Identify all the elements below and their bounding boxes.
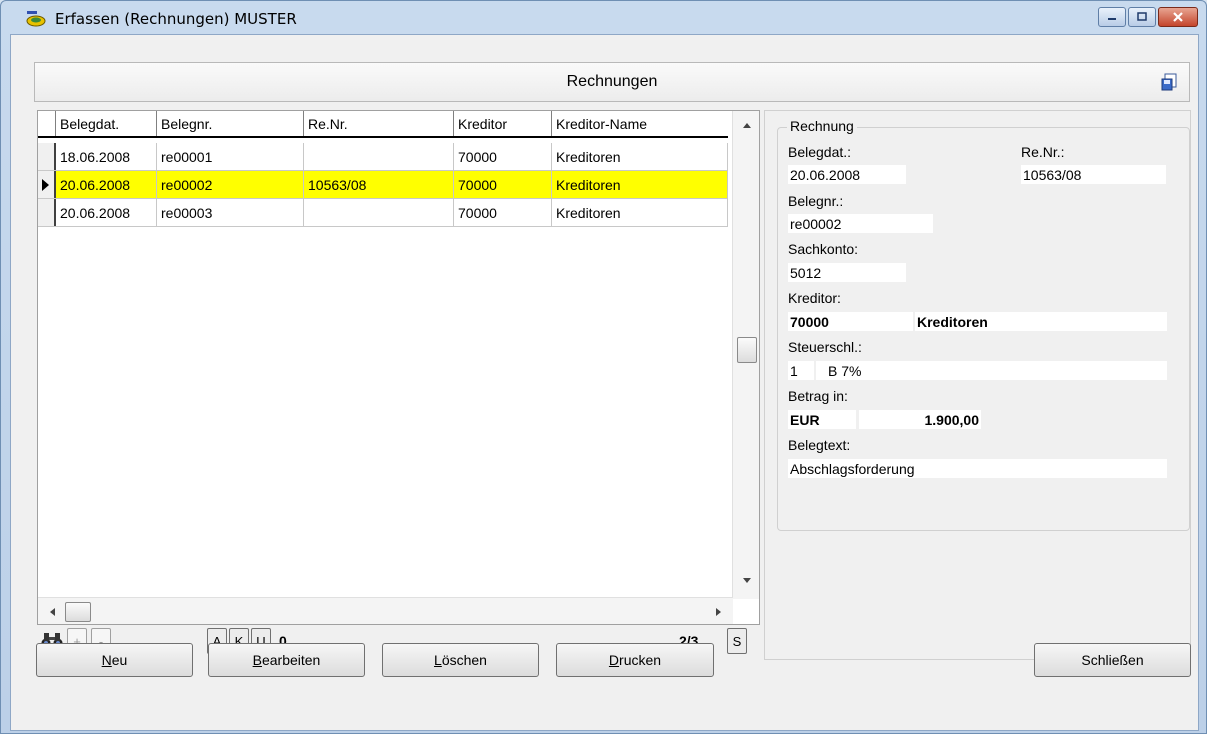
edit-button-label: earbeiten — [261, 652, 321, 668]
new-button-accel: N — [101, 652, 112, 668]
current-row-arrow-icon — [42, 179, 49, 191]
table-row-selected[interactable]: 20.06.2008 re00002 10563/08 70000 Kredit… — [38, 171, 728, 199]
table-row[interactable]: 18.06.2008 re00001 70000 Kreditoren — [38, 143, 728, 171]
close-dialog-label: Schließen — [1081, 652, 1144, 668]
cell-kreditor-name: Kreditoren — [552, 143, 728, 170]
column-header-belegnr[interactable]: Belegnr. — [157, 111, 304, 136]
cell-kreditor-name: Kreditoren — [552, 199, 728, 226]
vertical-scrollbar[interactable] — [732, 111, 759, 599]
minimize-button[interactable] — [1098, 7, 1126, 27]
column-header-kreditor-name[interactable]: Kreditor-Name — [552, 111, 728, 136]
betrag-label: Betrag in: — [788, 388, 848, 404]
kreditor-name: Kreditoren — [915, 312, 1167, 331]
belegtext-value[interactable]: Abschlagsforderung — [788, 459, 1167, 478]
s-button[interactable]: S — [727, 628, 747, 654]
scroll-right-icon[interactable] — [716, 608, 721, 616]
steuerschl-text: B 7% — [816, 361, 1167, 380]
new-button[interactable]: Neu — [36, 643, 193, 677]
table-row[interactable]: 20.06.2008 re00003 70000 Kreditoren — [38, 199, 728, 227]
sachkonto-value[interactable]: 5012 — [788, 263, 906, 282]
belegdat-label: Belegdat.: — [788, 144, 852, 160]
vertical-scroll-thumb[interactable] — [737, 337, 757, 363]
column-header-belegdat[interactable]: Belegdat. — [56, 111, 157, 136]
sachkonto-label: Sachkonto: — [788, 241, 859, 257]
edit-button[interactable]: Bearbeiten — [208, 643, 365, 677]
belegdat-value[interactable]: 20.06.2008 — [788, 165, 906, 184]
column-header-renr[interactable]: Re.Nr. — [304, 111, 454, 136]
scroll-up-icon[interactable] — [743, 123, 751, 128]
cell-renr: 10563/08 — [304, 171, 454, 198]
minimize-icon — [1108, 18, 1116, 20]
close-icon — [1173, 12, 1183, 22]
cell-renr — [304, 199, 454, 226]
cell-belegnr: re00001 — [157, 143, 304, 170]
title-bar[interactable]: Erfassen (Rechnungen) MUSTER — [1, 1, 1206, 35]
betrag-currency[interactable]: EUR — [788, 410, 856, 429]
save-icon[interactable] — [1161, 73, 1179, 91]
scroll-down-icon[interactable] — [743, 578, 751, 583]
header-bar: Rechnungen — [34, 62, 1190, 102]
kreditor-label: Kreditor: — [788, 290, 841, 306]
row-indicator[interactable] — [38, 143, 56, 170]
edit-button-accel: B — [252, 652, 262, 668]
app-logo-icon — [26, 11, 46, 27]
close-button[interactable] — [1158, 7, 1198, 27]
print-button[interactable]: Drucken — [556, 643, 714, 677]
cell-belegnr: re00003 — [157, 199, 304, 226]
renr-label: Re.Nr.: — [1021, 144, 1065, 160]
cell-belegdat: 18.06.2008 — [56, 143, 157, 170]
delete-button-accel: L — [434, 652, 442, 668]
horizontal-scrollbar[interactable] — [38, 597, 733, 624]
steuerschl-label: Steuerschl.: — [788, 339, 862, 355]
page-title: Rechnungen — [566, 73, 658, 90]
print-button-label: rucken — [619, 652, 662, 668]
cell-belegnr: re00002 — [157, 171, 304, 198]
new-button-label: eu — [111, 652, 128, 668]
maximize-icon — [1137, 12, 1147, 21]
horizontal-scroll-thumb[interactable] — [65, 602, 91, 622]
cell-belegdat: 20.06.2008 — [56, 171, 157, 198]
row-indicator[interactable] — [38, 171, 56, 198]
row-indicator[interactable] — [38, 199, 56, 226]
print-button-accel: D — [608, 652, 620, 668]
belegnr-value[interactable]: re00002 — [788, 214, 933, 233]
cell-renr — [304, 143, 454, 170]
scroll-left-icon[interactable] — [50, 608, 55, 616]
delete-button[interactable]: Löschen — [382, 643, 539, 677]
delete-button-label: öschen — [441, 652, 487, 668]
renr-value[interactable]: 10563/08 — [1021, 165, 1166, 184]
steuerschl-number[interactable]: 1 — [788, 361, 814, 380]
grid-header: Belegdat. Belegnr. Re.Nr. Kreditor Kredi… — [38, 111, 728, 138]
column-header-kreditor[interactable]: Kreditor — [454, 111, 552, 136]
cell-belegdat: 20.06.2008 — [56, 199, 157, 226]
cell-kreditor: 70000 — [454, 171, 552, 198]
kreditor-number[interactable]: 70000 — [788, 312, 913, 331]
belegnr-label: Belegnr.: — [788, 193, 844, 209]
betrag-value[interactable]: 1.900,00 — [859, 410, 981, 429]
cell-kreditor-name: Kreditoren — [552, 171, 728, 198]
window-title: Erfassen (Rechnungen) MUSTER — [55, 10, 297, 28]
cell-kreditor: 70000 — [454, 199, 552, 226]
close-dialog-button[interactable]: Schließen — [1034, 643, 1191, 677]
grid-header-indicator — [38, 111, 56, 136]
groupbox-title: Rechnung — [787, 118, 857, 134]
invoice-grid[interactable]: Belegdat. Belegnr. Re.Nr. Kreditor Kredi… — [37, 110, 760, 625]
cell-kreditor: 70000 — [454, 143, 552, 170]
app-window: Erfassen (Rechnungen) MUSTER Rechnungen … — [0, 0, 1207, 734]
maximize-button[interactable] — [1128, 7, 1156, 27]
belegtext-label: Belegtext: — [788, 437, 851, 453]
